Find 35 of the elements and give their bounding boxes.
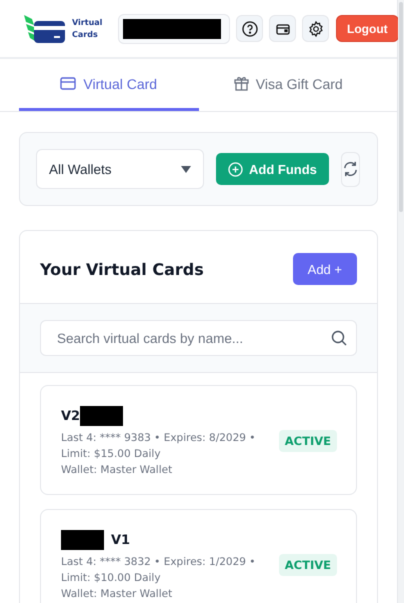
settings-icon xyxy=(308,20,324,36)
status-badge: ACTIVE xyxy=(278,554,337,576)
dropdown-caret-icon xyxy=(181,166,191,172)
help-button[interactable] xyxy=(236,15,263,42)
refresh-button[interactable] xyxy=(340,152,360,186)
wallet-icon xyxy=(276,22,290,34)
logo-icon xyxy=(22,12,68,44)
wallet-dropdown[interactable]: All Wallets xyxy=(36,149,204,189)
logout-button[interactable]: Logout xyxy=(336,15,399,42)
virtual-card[interactable]: V1 Last 4: **** 3832 • Expires: 1/2029 • Limit: $10.00 Daily Wallet: Master Wallet ACTIVE xyxy=(40,509,357,603)
card-wallet: Wallet: Master Wallet xyxy=(61,587,174,602)
card-wallet: Wallet: Master Wallet xyxy=(61,463,174,478)
help-icon xyxy=(242,20,258,36)
card-icon xyxy=(60,77,76,90)
redacted-block xyxy=(61,530,104,550)
settings-button[interactable] xyxy=(302,15,329,42)
add-card-button[interactable]: Add + xyxy=(292,253,357,285)
plus-circle-icon xyxy=(228,162,243,176)
card-name: V2 xyxy=(61,408,80,424)
gift-icon xyxy=(234,76,249,91)
logo-text: Virtual Cards xyxy=(72,16,104,40)
search-field[interactable]: Search virtual cards by name... xyxy=(40,320,357,356)
refresh-icon xyxy=(342,160,359,178)
card-details: Last 4: **** 9383 • Expires: 8/2029 • Limit: $15.00 Daily xyxy=(61,431,256,462)
tab[interactable]: Virtual Card xyxy=(19,59,198,111)
redacted-block xyxy=(80,406,124,426)
status-badge: ACTIVE xyxy=(278,430,337,452)
card-name: V1 xyxy=(111,532,130,548)
add-funds-button[interactable]: Add Funds xyxy=(216,153,329,185)
wallet-button[interactable] xyxy=(269,15,296,42)
search-icon xyxy=(331,330,347,346)
tab[interactable]: Visa Gift Card xyxy=(198,59,378,111)
virtual-card[interactable]: V2 Last 4: **** 9383 • Expires: 8/2029 • Limit: $15.00 Daily Wallet: Master Wallet ACTIVE xyxy=(40,385,357,495)
card-details: Last 4: **** 3832 • Expires: 1/2029 • Limit: $10.00 Daily xyxy=(61,555,256,586)
panel-title: Your Virtual Cards xyxy=(40,260,204,278)
